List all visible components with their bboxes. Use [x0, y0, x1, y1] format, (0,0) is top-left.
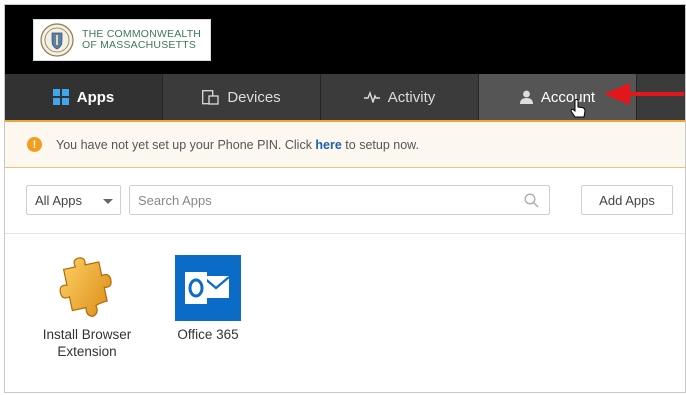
setup-pin-link[interactable]: here	[315, 138, 341, 152]
tab-devices-label: Devices	[227, 88, 281, 106]
tab-apps[interactable]: Apps	[5, 74, 163, 120]
outlook-icon	[175, 255, 241, 321]
search-box	[129, 185, 550, 215]
apps-toolbar: All Apps Add Apps	[5, 168, 685, 234]
search-icon[interactable]	[524, 193, 539, 208]
commonwealth-logo[interactable]: THE COMMONWEALTH OF MASSACHUSETTS	[33, 19, 211, 61]
app-install-browser-extension[interactable]: Install Browser Extension	[31, 255, 143, 360]
hand-cursor-icon	[570, 99, 586, 118]
app-office-365[interactable]: Office 365	[163, 255, 253, 343]
app-label: Install Browser Extension	[42, 327, 132, 359]
puzzle-piece-icon	[59, 257, 112, 317]
warning-icon: !	[27, 137, 42, 152]
app-window: THE COMMONWEALTH OF MASSACHUSETTS Apps D…	[4, 4, 686, 393]
tab-devices[interactable]: Devices	[163, 74, 321, 120]
banner-message: You have not yet set up your Phone PIN. …	[56, 138, 419, 152]
search-input[interactable]	[130, 186, 524, 214]
add-apps-button[interactable]: Add Apps	[581, 185, 673, 215]
state-seal-icon	[40, 23, 74, 57]
logo-line-2: OF MASSACHUSETTS	[82, 39, 197, 51]
tab-activity-label: Activity	[387, 88, 436, 106]
pulse-icon	[363, 91, 380, 103]
red-arrow-annotation-icon	[604, 83, 684, 105]
caret-down-icon	[103, 199, 113, 204]
banner-text-before: You have not yet set up your Phone PIN. …	[56, 137, 316, 152]
user-icon	[519, 90, 533, 104]
pin-warning-banner: ! You have not yet set up your Phone PIN…	[5, 122, 685, 168]
tab-activity[interactable]: Activity	[321, 74, 479, 120]
header: THE COMMONWEALTH OF MASSACHUSETTS	[5, 5, 685, 74]
apps-filter-select[interactable]: All Apps	[26, 185, 121, 215]
apps-filter-value: All Apps	[35, 192, 82, 208]
devices-icon	[202, 89, 219, 105]
app-label: Office 365	[177, 327, 239, 342]
tab-apps-label: Apps	[76, 88, 115, 106]
tab-account-label: Account	[540, 88, 596, 106]
grid-icon	[52, 89, 69, 105]
banner-text-after: to setup now.	[341, 137, 419, 152]
